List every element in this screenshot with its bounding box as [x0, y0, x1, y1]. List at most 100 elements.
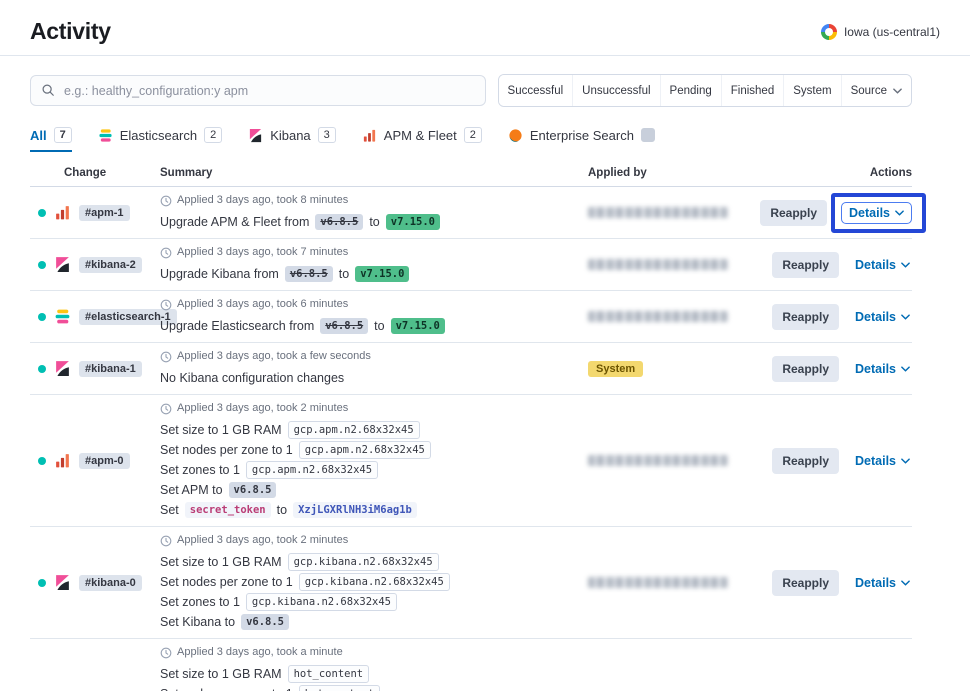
summary-line: Set size to 1 GB RAMgcp.kibana.n2.68x32x… [160, 553, 588, 571]
chevron-down-icon [895, 210, 904, 216]
summary-cell: Applied 3 days ago, took 2 minutes Set si… [160, 534, 588, 631]
clock-icon [160, 195, 172, 207]
value-chip: XzjLGXRlNH3iM6ag1b [293, 502, 417, 518]
reapply-button[interactable]: Reapply [760, 200, 827, 226]
redacted-user [588, 259, 728, 270]
applied-by-cell [588, 246, 765, 283]
actions-cell: Reapply Details [765, 534, 912, 631]
actions-cell: Reapply Details [765, 246, 912, 283]
tab-apm-fleet[interactable]: APM & Fleet 2 [362, 127, 482, 152]
applied-by-cell [588, 194, 765, 231]
summary-text: Set size to 1 GB RAM [160, 555, 282, 569]
elasticsearch-icon [98, 128, 113, 143]
summary-text: Set nodes per zone to 1 [160, 443, 293, 457]
tab-all-count-badge: 7 [54, 127, 72, 143]
table-row: #apm-1Applied 3 days ago, took 8 minutes… [30, 187, 912, 239]
actions-cell: Reapply Details [765, 402, 912, 519]
summary-text: to [374, 319, 384, 333]
details-wrap: Details [853, 358, 912, 380]
summary-cell: Applied 3 days ago, took a minuteSet siz… [160, 646, 588, 691]
apm-icon [54, 452, 71, 469]
filter-unsuccessful[interactable]: Unsuccessful [572, 75, 659, 106]
filter-system[interactable]: System [783, 75, 840, 106]
tab-enterprise-search[interactable]: Enterprise Search [508, 127, 655, 152]
summary-line: Set size to 1 GB RAMhot_content [160, 665, 588, 683]
filter-pending[interactable]: Pending [660, 75, 721, 106]
region-selector[interactable]: Iowa (us-central1) [821, 24, 940, 40]
value-chip: gcp.apm.n2.68x32x45 [246, 461, 378, 479]
table-row: #apm-0Applied 3 days ago, took 2 minutes… [30, 395, 912, 527]
summary-line: Set zones to 1gcp.kibana.n2.68x32x45 [160, 593, 588, 611]
kibana-icon [54, 574, 71, 591]
col-header-change: Change [30, 167, 160, 179]
summary-cell: Applied 3 days ago, took 6 minutesUpgrad… [160, 298, 588, 335]
tab-all[interactable]: All 7 [30, 127, 72, 152]
change-cell: #apm-0 [30, 402, 160, 519]
value-chip: gcp.apm.n2.68x32x45 [299, 441, 431, 459]
applied-time: Applied 3 days ago, took a few seconds [160, 350, 588, 363]
summary-line: Set Kibana tov6.8.5 [160, 613, 588, 631]
reapply-button[interactable]: Reapply [772, 252, 839, 278]
applied-time: Applied 3 days ago, took 2 minutes [160, 534, 588, 547]
reapply-button[interactable]: Reapply [772, 304, 839, 330]
reapply-button[interactable]: Reapply [772, 570, 839, 596]
reapply-button[interactable]: Reapply [772, 448, 839, 474]
health-status-dot [38, 261, 46, 269]
tab-elasticsearch[interactable]: Elasticsearch 2 [98, 127, 222, 152]
actions-cell: ReapplyDetails [765, 194, 912, 231]
details-button[interactable]: Details [853, 450, 912, 472]
applied-by-cell [588, 298, 765, 335]
summary-text: Set Kibana to [160, 615, 235, 629]
table-row: #kibana-0Applied 3 days ago, took 2 minu… [30, 527, 912, 639]
value-chip: hot_content [299, 685, 381, 691]
tab-kibana[interactable]: Kibana 3 [248, 127, 336, 152]
search-box[interactable] [30, 75, 486, 106]
value-chip: v6.8.5 [285, 266, 333, 282]
value-chip: v6.8.5 [320, 318, 368, 334]
value-chip: gcp.kibana.n2.68x32x45 [299, 573, 450, 591]
summary-text: No Kibana configuration changes [160, 371, 344, 385]
summary-line: Set APM tov6.8.5 [160, 481, 588, 499]
details-label: Details [855, 310, 896, 324]
value-chip: v6.8.5 [315, 214, 363, 230]
filter-source[interactable]: Source [841, 75, 911, 106]
tab-enterprise-search-label: Enterprise Search [530, 128, 634, 143]
summary-text: Set size to 1 GB RAM [160, 667, 282, 681]
summary-text: to [339, 267, 349, 281]
details-label: Details [855, 576, 896, 590]
details-button[interactable]: Details [853, 306, 912, 328]
summary-cell: Applied 3 days ago, took 8 minutesUpgrad… [160, 194, 588, 231]
applied-time: Applied 3 days ago, took 2 minutes [160, 402, 588, 415]
chevron-down-icon [901, 580, 910, 586]
search-icon [41, 83, 56, 98]
filter-finished[interactable]: Finished [721, 75, 783, 106]
details-button[interactable]: Details [853, 254, 912, 276]
summary-text: to [277, 503, 287, 517]
main-content: Successful Unsuccessful Pending Finished… [30, 74, 912, 691]
details-button[interactable]: Details [841, 202, 912, 224]
col-header-summary: Summary [160, 167, 588, 179]
table-row: #kibana-1Applied 3 days ago, took a few … [30, 343, 912, 395]
applied-by-cell: System [588, 350, 765, 387]
summary-line: Set zones to 1gcp.apm.n2.68x32x45 [160, 461, 588, 479]
enterprise-search-icon [508, 128, 523, 143]
summary-line: Upgrade Elasticsearch fromv6.8.5tov7.15.… [160, 317, 588, 335]
chevron-down-icon [893, 88, 902, 94]
filter-successful[interactable]: Successful [499, 75, 573, 106]
tab-kibana-label: Kibana [270, 128, 310, 143]
reapply-button[interactable]: Reapply [772, 356, 839, 382]
redacted-user [588, 207, 728, 218]
actions-cell [765, 646, 912, 691]
tab-enterprise-search-count-badge [641, 128, 655, 142]
details-wrap: Details [853, 306, 912, 328]
details-button[interactable]: Details [853, 572, 912, 594]
tab-apm-fleet-count-badge: 2 [464, 127, 482, 143]
tab-all-label: All [30, 128, 47, 143]
details-button[interactable]: Details [853, 358, 912, 380]
summary-text: Set nodes per zone to 1 [160, 575, 293, 589]
search-input[interactable] [64, 84, 475, 98]
value-chip: gcp.apm.n2.68x32x45 [288, 421, 420, 439]
chevron-down-icon [901, 314, 910, 320]
summary-line: Set nodes per zone to 1 gcp.kibana.n2.68x… [160, 573, 588, 591]
details-wrap: Details [841, 202, 912, 224]
